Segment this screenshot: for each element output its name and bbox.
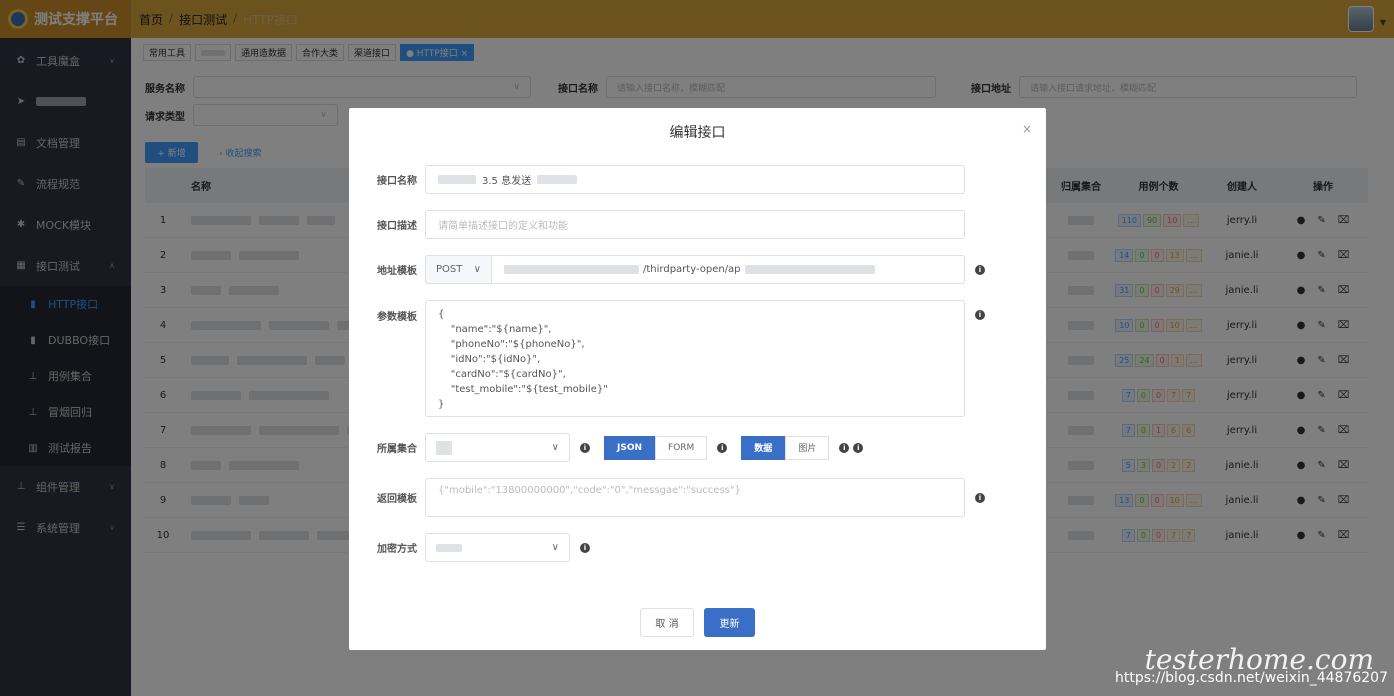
info-icon[interactable]: i	[839, 442, 850, 453]
format-toggle: JSON FORM	[604, 435, 708, 460]
redacted-label	[436, 440, 452, 455]
api-desc-field[interactable]: 请简单描述接口的定义和功能	[425, 210, 965, 239]
info-icon[interactable]: i	[853, 442, 864, 453]
redacted-label	[744, 265, 875, 274]
image-button[interactable]: 图片	[785, 435, 830, 460]
info-icon[interactable]: i	[975, 492, 985, 503]
return-textarea[interactable]: {"mobile":"13800000000","code":"0","mess…	[425, 478, 965, 517]
info-icon[interactable]: i	[975, 310, 985, 320]
field-label: 地址模板	[377, 266, 417, 277]
method-value: POST	[436, 264, 463, 275]
addr-value: /thirdparty-open/ap	[643, 264, 741, 275]
redacted-label	[438, 175, 476, 184]
info-icon[interactable]: i	[975, 264, 985, 275]
field-group: 所属集合 ∨ i JSON FORM i 数据 图片 i i	[349, 433, 1046, 462]
chevron-down-icon: ∨	[551, 442, 559, 453]
watermark-url: https://blog.csdn.net/weixin_44876207	[1114, 670, 1388, 686]
dialog-title: 编辑接口	[669, 125, 726, 141]
info-icon[interactable]: i	[580, 542, 590, 553]
close-icon[interactable]: ×	[1022, 122, 1032, 136]
cancel-button[interactable]: 取 消	[640, 608, 694, 637]
api-name-field[interactable]: 3.5 息发送	[425, 165, 965, 194]
format-json-button[interactable]: JSON	[604, 435, 656, 460]
field-params: 参数模板 { "name":"${name}", "phoneNo":"${ph…	[349, 300, 1046, 417]
data-button[interactable]: 数据	[741, 435, 786, 460]
method-select[interactable]: POST ∨	[425, 255, 492, 284]
encrypt-select[interactable]: ∨	[425, 533, 570, 562]
field-label: 接口描述	[377, 221, 417, 232]
redacted-label	[436, 543, 462, 552]
redacted-label	[537, 175, 578, 184]
chevron-down-icon: ∨	[473, 264, 481, 275]
field-label: 接口名称	[377, 176, 417, 187]
field-label: 返回模板	[377, 494, 417, 505]
data-type-toggle: 数据 图片	[741, 435, 830, 460]
field-addr: 地址模板 POST ∨ /thirdparty-open/ap i	[349, 255, 1046, 284]
redacted-label	[504, 265, 639, 274]
field-label: 所属集合	[377, 444, 417, 455]
field-api-name: 接口名称 3.5 息发送	[349, 165, 1046, 194]
api-name-value: 3.5 息发送	[482, 176, 532, 187]
params-textarea[interactable]: { "name":"${name}", "phoneNo":"${phoneNo…	[425, 300, 965, 417]
chevron-down-icon: ∨	[551, 542, 559, 553]
format-form-button[interactable]: FORM	[655, 435, 708, 460]
field-api-desc: 接口描述 请简单描述接口的定义和功能	[349, 210, 1046, 239]
info-icon[interactable]: i	[580, 442, 590, 453]
info-icon[interactable]: i	[717, 442, 728, 453]
field-label: 参数模板	[377, 312, 417, 323]
update-button[interactable]: 更新	[704, 608, 755, 637]
field-return: 返回模板 {"mobile":"13800000000","code":"0",…	[349, 478, 1046, 517]
group-select[interactable]: ∨	[425, 433, 570, 462]
addr-field[interactable]: /thirdparty-open/ap	[492, 255, 965, 284]
field-encrypt: 加密方式 ∨ i	[349, 533, 1046, 562]
edit-api-dialog: 编辑接口 × 接口名称 3.5 息发送 接口描述 请简单描述接口的定义和功能 地…	[349, 108, 1046, 650]
field-label: 加密方式	[377, 544, 417, 555]
